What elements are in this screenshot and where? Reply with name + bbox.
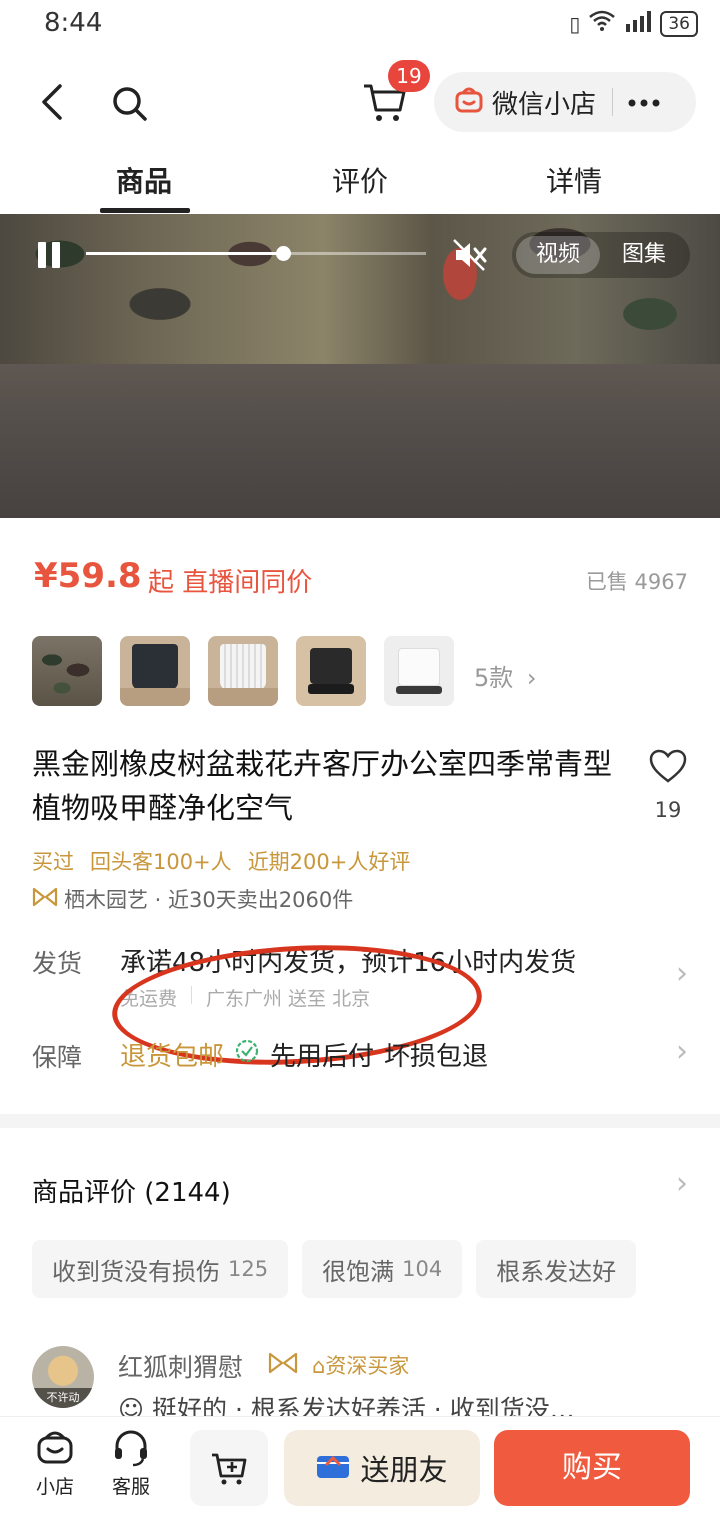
review-chips: 收到货没有损伤 125 很饱满 104 根系发达好 [32, 1240, 720, 1298]
pay-later-icon [234, 1038, 260, 1071]
bottom-shop-button[interactable]: 小店 [20, 1428, 90, 1499]
chip-count: 104 [402, 1257, 443, 1281]
tag-bought: 买过 [32, 850, 74, 874]
price: ¥59.8 [34, 556, 142, 596]
variant-thumb-white-pot[interactable] [208, 636, 278, 706]
home-icon: ⌂ [312, 1354, 326, 1378]
shop-pill[interactable]: 微信小店 [434, 72, 696, 132]
tag-good-reviews: 近期200+人好评 [247, 850, 411, 874]
guarantee-return-shipping: 退货包邮 [120, 1042, 225, 1072]
guarantee-damage-refund: 坏损包退 [384, 1042, 489, 1072]
bottom-service-label: 客服 [111, 1476, 150, 1498]
chip-label: 收到货没有损伤 [52, 1257, 220, 1286]
wifi-icon [588, 10, 616, 37]
bottom-service-button[interactable]: 客服 [96, 1428, 166, 1499]
variants-more[interactable]: 5款 › [474, 658, 537, 693]
review-chip[interactable]: 很饱满 104 [302, 1240, 463, 1298]
more-icon[interactable] [627, 93, 661, 112]
media-toggle: 视频 图集 [512, 232, 690, 278]
send-friend-label: 送朋友 [360, 1453, 448, 1487]
chip-count: 125 [228, 1257, 269, 1281]
tab-active-indicator [100, 208, 190, 213]
vip-icon [268, 1352, 298, 1378]
shop-pill-label: 微信小店 [492, 89, 597, 120]
reviews-chevron-icon[interactable]: › [676, 1166, 688, 1201]
guarantee-items: 退货包邮 先用后付 坏损包退 [120, 1036, 488, 1073]
pause-icon [38, 242, 46, 268]
pause-button[interactable] [38, 242, 64, 268]
send-friend-button[interactable]: 送朋友 [284, 1430, 480, 1506]
reviewer-level-text: 资深买家 [325, 1354, 410, 1378]
sold-count: 已售 4967 [585, 570, 688, 594]
status-bar: 8:44 ▯ 36 [0, 0, 720, 50]
product-title: 黑金刚橡皮树盆栽花卉客厅办公室四季常青型植物吸甲醛净化空气 [32, 747, 613, 825]
buy-button[interactable]: 购买 [494, 1430, 690, 1506]
add-to-cart-button[interactable] [190, 1430, 268, 1506]
reviewer-name: 红狐刺猬慰 [118, 1353, 244, 1382]
add-cart-icon [212, 1453, 247, 1485]
avatar-badge: 不许动 [32, 1388, 94, 1408]
status-time: 8:44 [44, 8, 103, 38]
video-progress-fill [86, 252, 284, 255]
price-note: 起 直播间同价 [148, 568, 313, 598]
bottom-shop-label: 小店 [35, 1476, 74, 1498]
vibrate-icon: ▯ [569, 11, 581, 36]
guarantee-label: 保障 [32, 1043, 83, 1072]
gift-icon [316, 1450, 350, 1487]
tab-goods[interactable]: 商品 [116, 160, 172, 200]
video-frame-blur [0, 364, 720, 518]
tag-returning-customers: 回头客100+人 [90, 850, 232, 874]
reviews-title[interactable]: 商品评价 (2144) [32, 1172, 231, 1209]
section-divider [0, 1114, 720, 1128]
variant-thumbnails [32, 636, 454, 706]
shipping-chevron-icon[interactable]: › [676, 956, 688, 991]
shop-logo-icon [32, 887, 58, 912]
variant-thumb-black-pot[interactable] [120, 636, 190, 706]
chevron-right-icon: › [526, 664, 537, 692]
store-icon [20, 1428, 90, 1472]
guarantee-chevron-icon[interactable]: › [676, 1034, 688, 1069]
variant-thumb-plant[interactable] [32, 636, 102, 706]
toggle-gallery[interactable]: 图集 [602, 236, 686, 274]
product-tags: 买过 回头客100+人 近期200+人好评 [32, 846, 410, 876]
battery-indicator: 36 [660, 10, 698, 37]
tab-bar: 商品 评价 详情 [0, 150, 720, 214]
wechat-shop-logo-icon [454, 85, 484, 119]
shop-line[interactable]: 栖木园艺 · 近30天卖出2060件 [32, 884, 353, 914]
headset-icon [96, 1428, 166, 1472]
signal-icon [624, 10, 652, 37]
favorite-count: 19 [654, 798, 682, 822]
tab-details[interactable]: 详情 [546, 160, 602, 200]
guarantee-pay-later: 先用后付 [270, 1042, 375, 1072]
toggle-video[interactable]: 视频 [516, 236, 600, 274]
shop-line-text: 栖木园艺 · 近30天卖出2060件 [64, 888, 354, 912]
reviewer-avatar[interactable]: 不许动 [32, 1346, 94, 1408]
cart-badge: 19 [388, 60, 430, 92]
chip-label: 根系发达好 [496, 1257, 617, 1286]
variant-thumb-black-pot-stand[interactable] [296, 636, 366, 706]
review-chip[interactable]: 收到货没有损伤 125 [32, 1240, 289, 1298]
chip-label: 很饱满 [322, 1257, 395, 1286]
heart-icon [649, 749, 687, 783]
search-icon[interactable] [110, 84, 150, 128]
variants-more-label: 5款 [474, 664, 514, 692]
pill-divider [612, 88, 614, 116]
variant-thumb-white-pot-stand[interactable] [384, 636, 454, 706]
status-icons: ▯ 36 [569, 10, 698, 37]
back-icon[interactable] [38, 82, 66, 126]
favorite-button[interactable] [640, 748, 696, 788]
shipping-label: 发货 [32, 949, 83, 978]
reviewer-level: ⌂资深买家 [312, 1350, 409, 1380]
mute-icon[interactable] [452, 238, 488, 276]
review-chip[interactable]: 根系发达好 [476, 1240, 637, 1298]
tab-reviews[interactable]: 评价 [332, 160, 388, 200]
